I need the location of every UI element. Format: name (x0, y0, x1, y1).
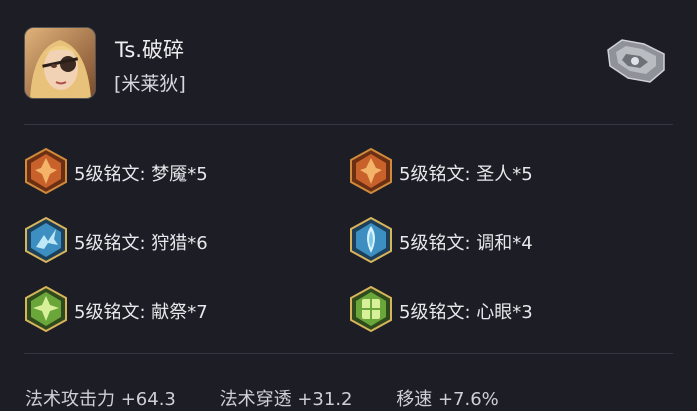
rune-item-xinyan[interactable]: 5级铭文: 心眼*3 (349, 286, 649, 332)
rune-label: 5级铭文: 梦魇*5 (74, 164, 208, 185)
rune-label: 5级铭文: 圣人*5 (399, 164, 533, 185)
hero-portrait-icon (25, 28, 95, 98)
player-name: Ts.破碎 (115, 38, 184, 62)
green-rune-icon (25, 286, 67, 332)
red-rune-icon (350, 148, 392, 194)
hero-name: [米莱狄] (114, 73, 186, 95)
rune-item-xianji[interactable]: 5级铭文: 献祭*7 (24, 286, 324, 332)
red-rune-icon (25, 148, 67, 194)
rune-item-shoulie[interactable]: 5级铭文: 狩猎*6 (24, 217, 324, 263)
attribute-summary: 法术攻击力 +64.3 法术穿透 +31.2 移速 +7.6% (25, 385, 537, 411)
player-header: Ts.破碎 [米莱狄] (0, 0, 697, 124)
rune-item-shengren[interactable]: 5级铭文: 圣人*5 (349, 148, 649, 194)
hero-avatar[interactable] (24, 27, 96, 99)
blue-rune-icon (25, 217, 67, 263)
rune-label: 5级铭文: 狩猎*6 (74, 233, 208, 254)
blue-rune-icon (350, 217, 392, 263)
runes-divider (24, 353, 673, 354)
rune-label: 5级铭文: 调和*4 (399, 233, 533, 254)
rune-item-tiaohe[interactable]: 5级铭文: 调和*4 (349, 217, 649, 263)
header-divider (24, 124, 673, 125)
rune-label: 5级铭文: 献祭*7 (74, 302, 208, 323)
green-rune-icon (350, 286, 392, 332)
rune-label: 5级铭文: 心眼*3 (399, 302, 533, 323)
rune-item-mengyan[interactable]: 5级铭文: 梦魇*5 (24, 148, 324, 194)
rank-badge-icon (607, 39, 665, 83)
